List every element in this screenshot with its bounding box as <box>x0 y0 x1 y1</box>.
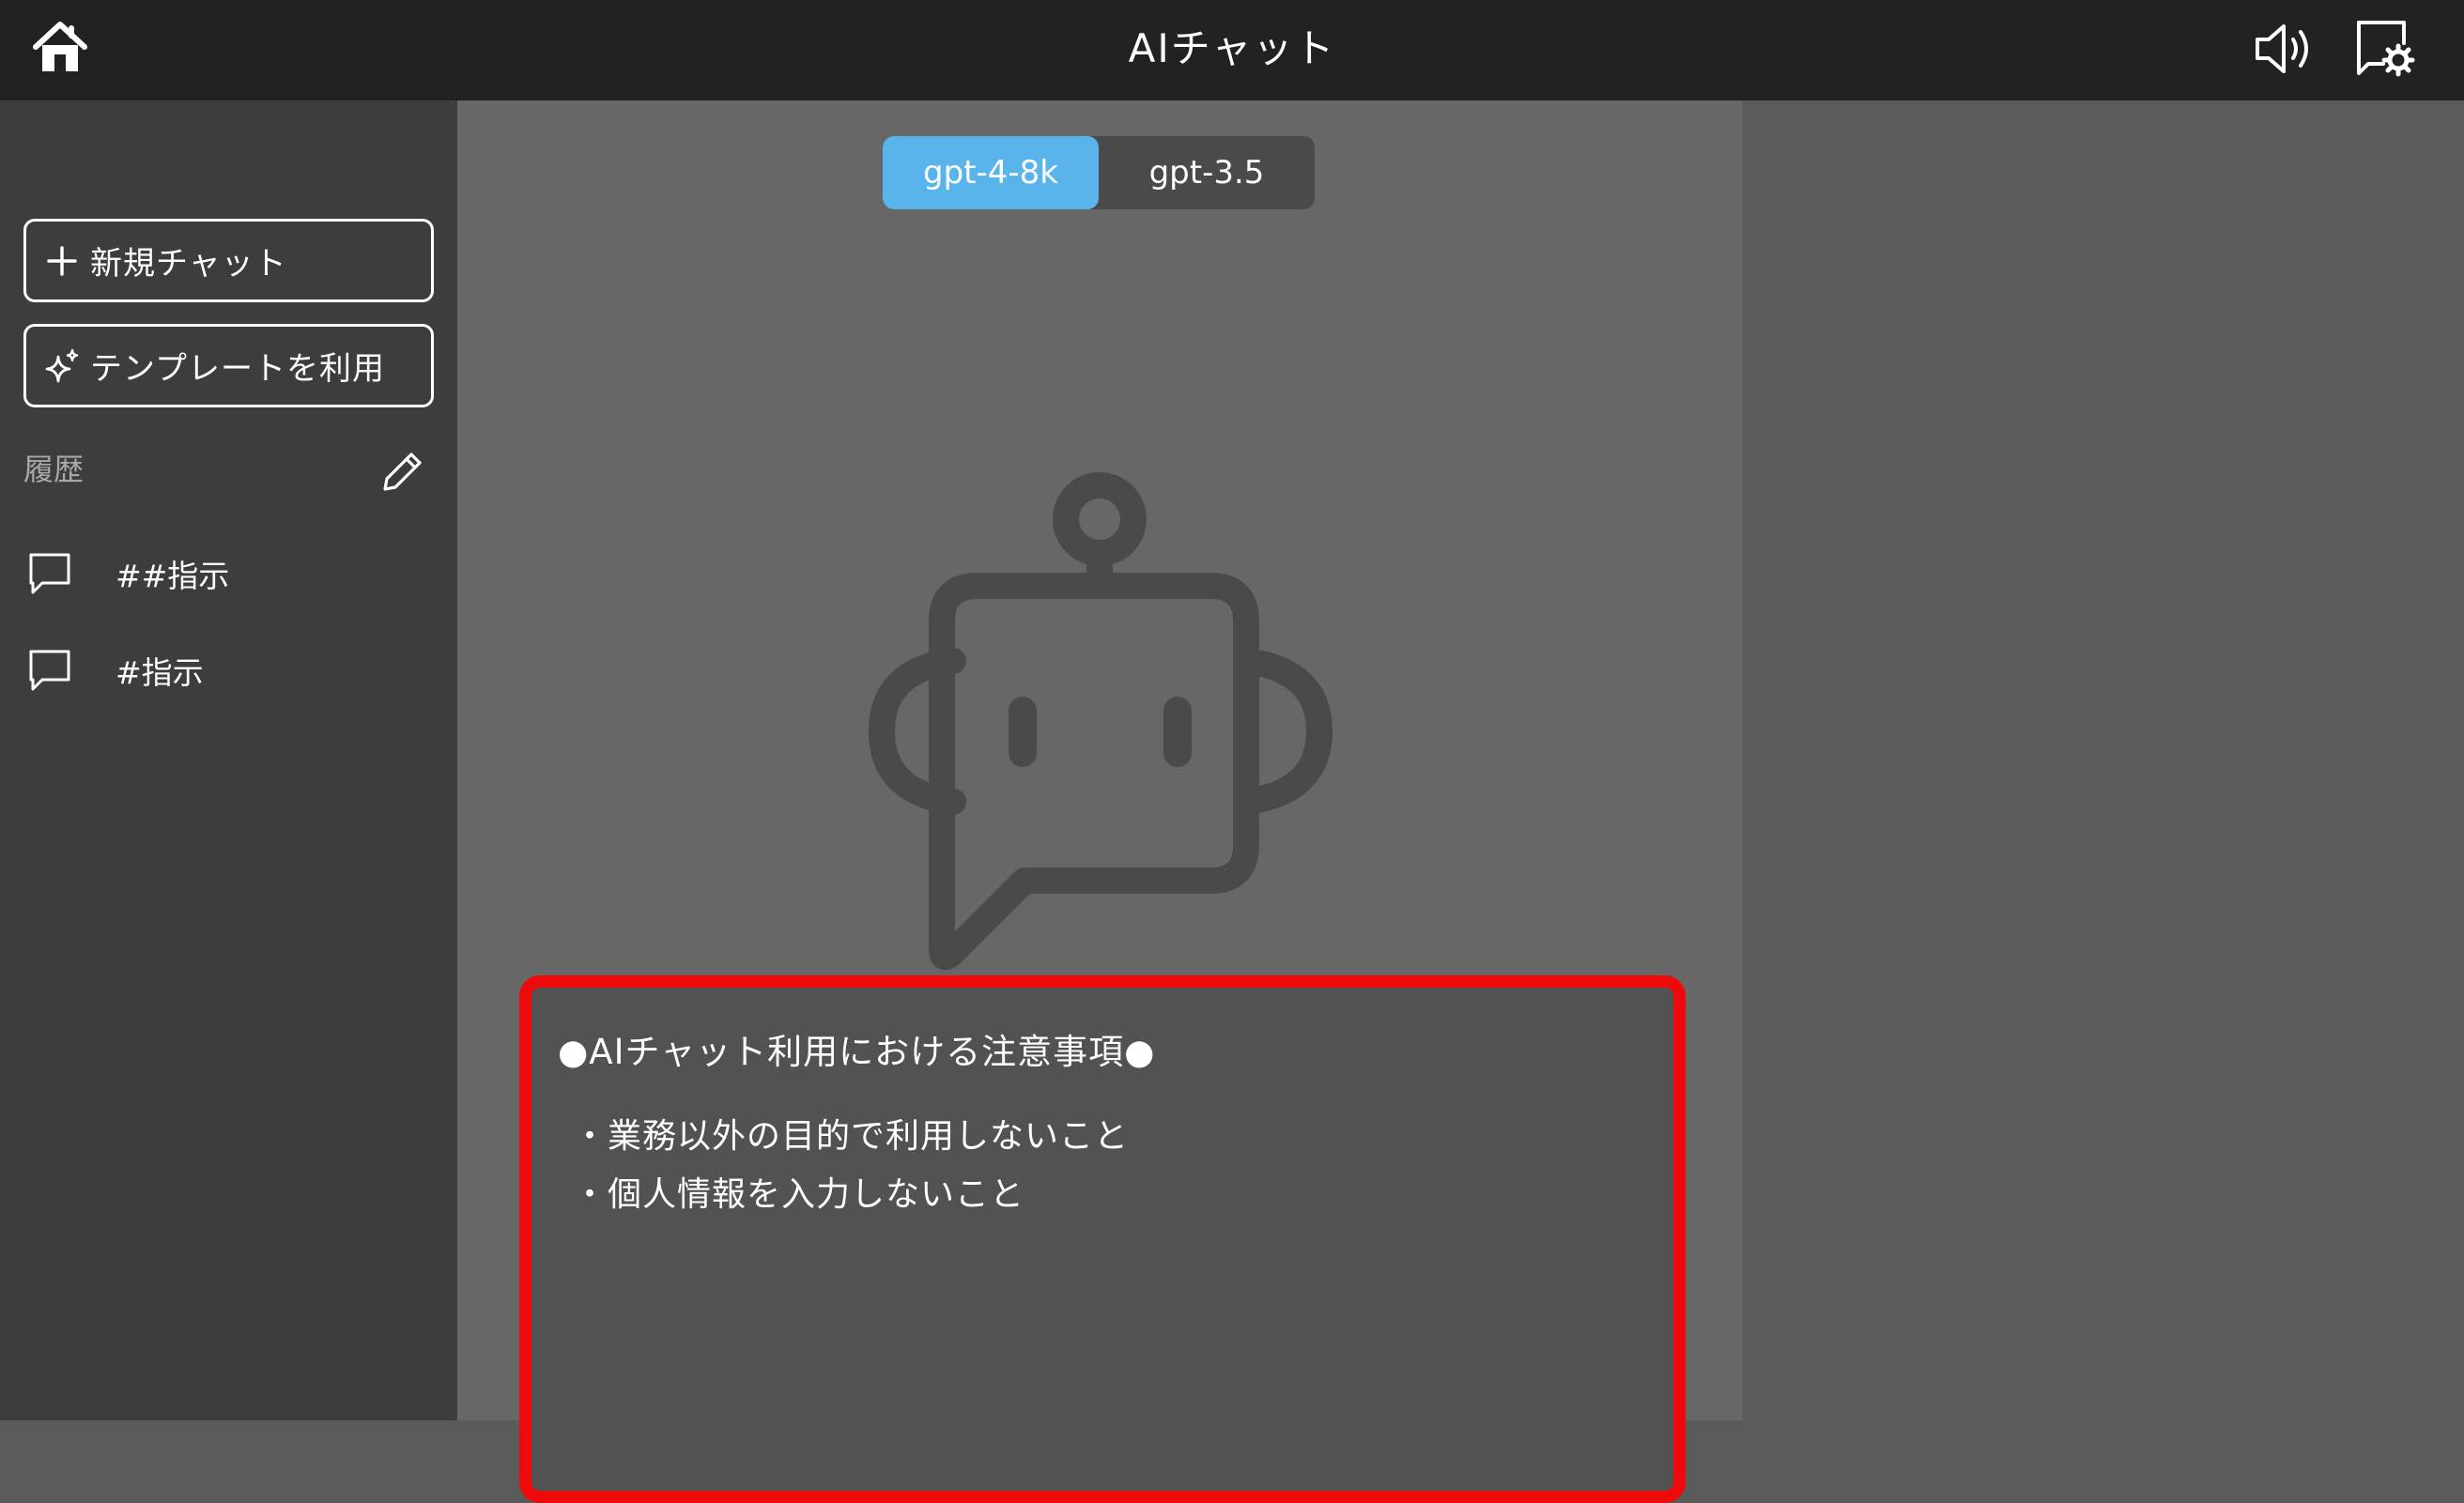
top-bar: AIチャット <box>0 0 2464 100</box>
use-template-label: テンプレートを利用 <box>90 350 385 388</box>
usage-notice: ●AIチャット利用における注意事項● ・業務以外の目的で利用しないこと ・個人情… <box>519 975 1686 1503</box>
pencil-icon[interactable] <box>381 450 424 493</box>
notice-lines: ・業務以外の目的で利用しないこと ・個人情報を入力しないこと <box>558 1108 1673 1224</box>
history-label: 履歴 <box>23 452 85 487</box>
model-option-gpt-3-5[interactable]: gpt-3.5 <box>1099 136 1315 209</box>
history-item-label: #指示 <box>116 654 204 691</box>
use-template-button[interactable]: テンプレートを利用 <box>23 324 434 407</box>
chat-settings-icon[interactable] <box>2351 17 2415 81</box>
new-chat-label: 新規チャット <box>90 245 287 283</box>
page-title: AIチャット <box>1128 25 1336 71</box>
sparkle-icon <box>45 348 79 382</box>
history-item[interactable]: ##指示 <box>23 541 434 606</box>
model-selector: gpt-4-8k gpt-3.5 <box>883 136 1315 209</box>
history-header: 履歴 <box>23 438 434 495</box>
chat-bubble-icon <box>29 650 70 691</box>
plus-icon <box>47 245 77 276</box>
sidebar: 新規チャット テンプレートを利用 履歴 ##指示 #指示 <box>0 100 457 1420</box>
new-chat-button[interactable]: 新規チャット <box>23 219 434 302</box>
chat-bubble-icon <box>29 553 70 594</box>
model-option-gpt-4-8k[interactable]: gpt-4-8k <box>883 136 1099 209</box>
robot-chat-icon <box>869 472 1332 971</box>
right-panel <box>1743 100 2464 1420</box>
history-item-label: ##指示 <box>116 558 230 594</box>
chat-main: gpt-4-8k gpt-3.5 ●AIチャット利用における注意事項● ・業務以… <box>457 100 1743 1503</box>
notice-line: ・個人情報を入力しないこと <box>573 1175 1025 1214</box>
history-item[interactable]: #指示 <box>23 637 434 703</box>
speaker-icon[interactable] <box>2252 19 2316 79</box>
notice-line: ・業務以外の目的で利用しないこと <box>573 1117 1130 1156</box>
notice-title: ●AIチャット利用における注意事項● <box>558 1032 1156 1072</box>
